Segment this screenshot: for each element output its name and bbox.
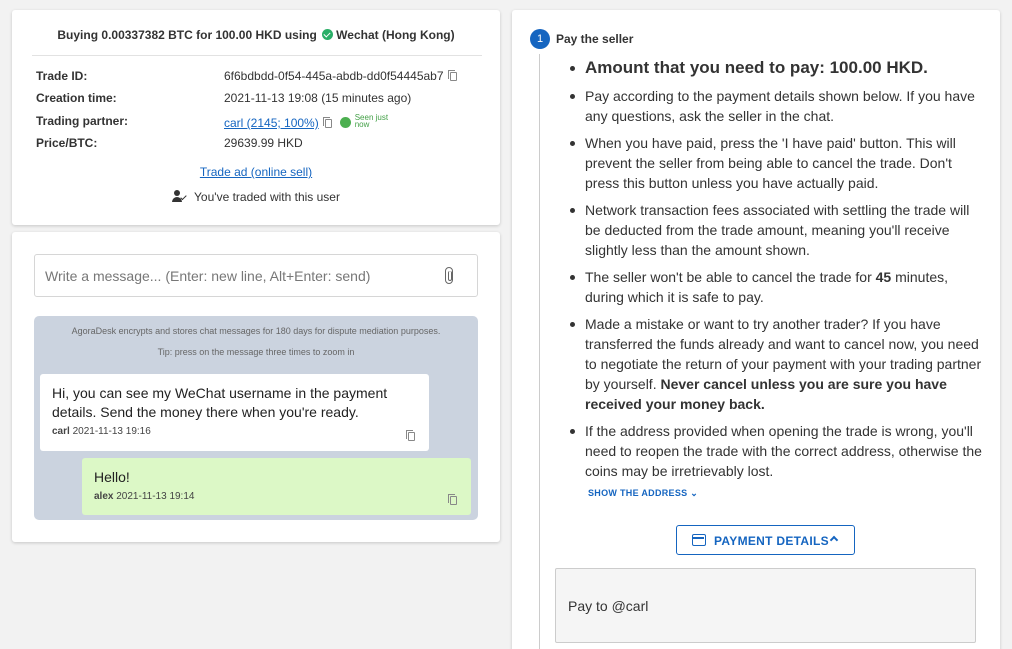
instruction-item: If the address provided when opening the… [568,421,982,481]
message-input-box[interactable] [34,254,478,297]
creation-time-row: Creation time: 2021-11-13 19:08 (15 minu… [36,91,486,107]
wechat-icon [322,29,334,40]
message-time: 2021-11-13 19:14 [116,491,195,502]
cancel-prefix: The seller won't be able to cancel the t… [585,269,876,285]
payment-method: Wechat (Hong Kong) [336,28,455,42]
instruction-item: Network transaction fees associated with… [568,200,982,260]
traded-note-text: You've traded with this user [194,190,340,204]
copy-icon[interactable] [448,494,457,505]
instruction-item: Pay according to the payment details sho… [568,86,982,126]
chevron-down-icon: ⌄ [690,488,699,498]
message-input[interactable] [45,255,425,296]
price-label: Price/BTC: [36,136,98,150]
chat-notice: AgoraDesk encrypts and stores chat messa… [71,326,441,336]
creation-time-value: 2021-11-13 19:08 (15 minutes ago) [224,91,412,105]
traded-note: You've traded with this user [12,190,500,204]
online-status-icon [339,117,351,128]
message-meta: carl 2021-11-13 19:16 [52,426,417,437]
message-meta: alex 2021-11-13 19:14 [94,491,459,502]
trade-id-row: Trade ID: 6f6bdbdd-0f54-445a-abdb-dd0f54… [36,69,486,85]
copy-icon[interactable] [322,117,332,128]
step-title: Pay the seller [556,32,634,46]
chat-card: AgoraDesk encrypts and stores chat messa… [12,232,500,542]
payment-details-label: PAYMENT DETAILS [714,534,829,548]
paperclip-icon[interactable] [445,267,453,284]
chat-tip: Tip: press on the message three times to… [157,347,355,357]
trade-id-value: 6f6bdbdd-0f54-445a-abdb-dd0f54445ab7 [224,69,444,83]
trading-partner-row: Trading partner: carl (2145; 100%) Seen j… [36,113,486,131]
copy-icon[interactable] [447,70,457,81]
creation-time-label: Creation time: [36,91,117,105]
payment-details-button[interactable]: PAYMENT DETAILS [676,525,855,555]
instruction-item: The seller won't be able to cancel the t… [568,267,982,307]
instruction-item: Made a mistake or want to try another tr… [568,314,982,414]
chat-message-sent[interactable]: Hello! alex 2021-11-13 19:14 [82,458,471,515]
trade-info-card: Buying 0.00337382 BTC for 100.00 HKD usi… [12,10,500,225]
chat-message-received[interactable]: Hi, you can see my WeChat username in th… [40,374,429,451]
message-text: Hi, you can see my WeChat username in th… [52,385,388,420]
message-author: carl [52,426,70,437]
instruction-item: When you have paid, press the 'I have pa… [568,133,982,193]
divider [32,55,482,56]
cancel-minutes: 45 [875,269,892,285]
trading-partner-link[interactable]: carl (2145; 100%) [224,116,319,130]
pay-to-text: Pay to @carl [568,598,649,614]
message-author: alex [94,491,114,502]
credit-card-icon [692,534,706,546]
price-row: Price/BTC: 29639.99 HKD [36,136,486,152]
message-text: Hello! [94,469,130,485]
payment-details-box: Pay to @carl [555,568,976,643]
show-address-label: SHOW THE ADDRESS [588,488,688,498]
chevron-up-icon [829,535,839,545]
message-time: 2021-11-13 19:16 [72,426,151,437]
chat-messages-area[interactable]: AgoraDesk encrypts and stores chat messa… [34,316,478,520]
copy-icon[interactable] [406,430,415,441]
payment-instructions-card: 1 Pay the seller Amount that you need to… [512,10,1000,649]
trade-title-text: Buying 0.00337382 BTC for 100.00 HKD usi… [57,28,317,42]
trade-ad-link[interactable]: Trade ad (online sell) [200,165,312,179]
price-value: 29639.99 HKD [224,136,303,150]
instruction-list: Amount that you need to pay: 100.00 HKD.… [568,56,982,488]
seen-status: Seen just now [354,113,389,129]
trading-partner-label: Trading partner: [36,114,129,128]
step-number: 1 [530,29,550,49]
user-check-icon [172,190,188,202]
show-address-link[interactable]: SHOW THE ADDRESS ⌄ [588,488,698,499]
step-connector [539,54,540,649]
amount-to-pay: Amount that you need to pay: 100.00 HKD. [568,56,982,80]
trade-id-label: Trade ID: [36,69,88,83]
trade-title: Buying 0.00337382 BTC for 100.00 HKD usi… [12,28,500,42]
